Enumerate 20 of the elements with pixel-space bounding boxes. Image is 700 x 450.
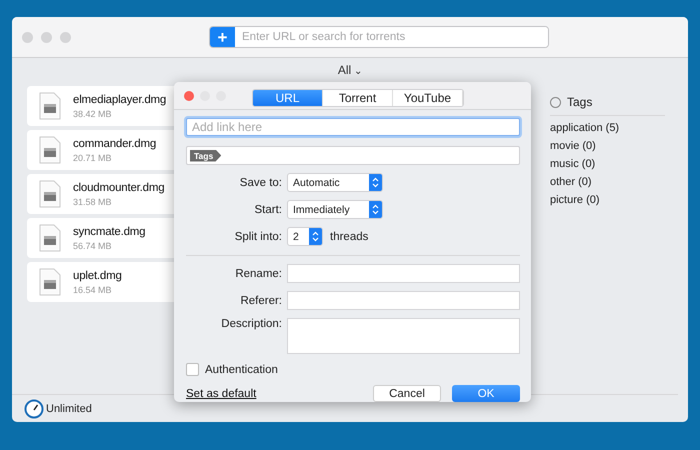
speed-limit: Unlimited	[46, 402, 92, 414]
field-label: Start:	[254, 204, 282, 216]
field-label: Description:	[220, 318, 282, 330]
field-label: Split into:	[234, 230, 282, 242]
field-label: Rename:	[234, 268, 282, 280]
field-label: Referer:	[239, 294, 282, 306]
file-name: cloudmounter.dmg	[73, 182, 164, 194]
file-name: elmediaplayer.dmg	[73, 94, 166, 106]
file-size: 38.42 MB	[73, 108, 113, 118]
file-size: 20.71 MB	[73, 152, 113, 162]
checkbox-label: Authentication	[205, 364, 278, 376]
file-name: syncmate.dmg	[73, 226, 146, 238]
file-name: uplet.dmg	[73, 270, 122, 282]
file-name: commander.dmg	[73, 138, 156, 150]
file-size: 16.54 MB	[73, 284, 113, 294]
tags-title: Tags	[567, 95, 592, 109]
file-size: 56.74 MB	[73, 240, 113, 250]
file-size: 31.58 MB	[73, 196, 113, 206]
field-label: Save to:	[238, 176, 282, 188]
threads-label: threads	[330, 230, 368, 242]
